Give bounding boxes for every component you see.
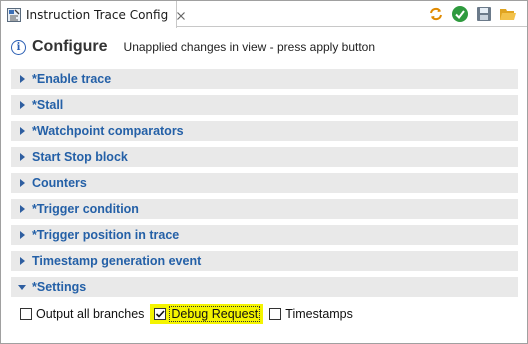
apply-check-icon[interactable] bbox=[451, 5, 469, 23]
section-label: *Trigger position in trace bbox=[32, 228, 180, 242]
section-settings[interactable]: *Settings bbox=[11, 277, 518, 297]
status-message: Unapplied changes in view - press apply … bbox=[123, 40, 376, 54]
section-stall[interactable]: *Stall bbox=[11, 95, 518, 115]
chevron-right-icon bbox=[20, 231, 25, 239]
tab-bar: Instruction Trace Config bbox=[1, 1, 527, 28]
section-counters[interactable]: Counters bbox=[11, 173, 518, 193]
section-trigger-condition[interactable]: *Trigger condition bbox=[11, 199, 518, 219]
section-label: *Stall bbox=[32, 98, 64, 112]
option-label: Output all branches bbox=[36, 307, 145, 321]
tab-title: Instruction Trace Config bbox=[26, 7, 169, 22]
section-label: Counters bbox=[32, 176, 87, 190]
chevron-right-icon bbox=[20, 75, 25, 83]
chevron-right-icon bbox=[20, 205, 25, 213]
section-timestamp-generation-event[interactable]: Timestamp generation event bbox=[11, 251, 518, 271]
check-icon bbox=[156, 310, 165, 318]
checkbox-unchecked[interactable] bbox=[269, 308, 282, 320]
option-label: Timestamps bbox=[285, 307, 353, 321]
section-start-stop-block[interactable]: Start Stop block bbox=[11, 147, 518, 167]
section-enable-trace[interactable]: *Enable trace bbox=[11, 69, 518, 89]
chevron-right-icon bbox=[20, 153, 25, 161]
sync-icon[interactable] bbox=[427, 5, 445, 23]
chevron-right-icon bbox=[20, 179, 25, 187]
section-label: *Watchpoint comparators bbox=[32, 124, 184, 138]
section-label: *Enable trace bbox=[32, 72, 112, 86]
view-frame: Instruction Trace Config i Configure Una… bbox=[0, 0, 528, 344]
checkbox-unchecked[interactable] bbox=[20, 308, 32, 320]
form-header: i Configure Unapplied changes in view - … bbox=[11, 36, 375, 58]
option-label: Debug Request bbox=[169, 306, 261, 322]
trace-config-icon bbox=[7, 7, 21, 22]
settings-options: Output all branches Debug Request Timest… bbox=[20, 303, 363, 325]
save-icon[interactable] bbox=[475, 5, 493, 23]
view-toolbar bbox=[427, 5, 517, 23]
output-all-branches-checkbox[interactable]: Output all branches bbox=[20, 307, 144, 321]
section-list: *Enable trace *Stall *Watchpoint compara… bbox=[11, 69, 518, 303]
chevron-right-icon bbox=[20, 101, 25, 109]
chevron-right-icon bbox=[20, 257, 25, 265]
section-label: *Trigger condition bbox=[32, 202, 139, 216]
section-watchpoint-comparators[interactable]: *Watchpoint comparators bbox=[11, 121, 518, 141]
chevron-down-icon bbox=[18, 285, 26, 290]
page-title: Configure bbox=[32, 38, 108, 55]
debug-request-checkbox[interactable]: Debug Request bbox=[150, 304, 264, 324]
section-label: Start Stop block bbox=[32, 150, 128, 164]
checkbox-checked[interactable] bbox=[154, 308, 167, 320]
section-trigger-position[interactable]: *Trigger position in trace bbox=[11, 225, 518, 245]
section-label: Timestamp generation event bbox=[32, 254, 202, 268]
tab-instruction-trace-config[interactable]: Instruction Trace Config bbox=[1, 1, 186, 28]
open-folder-icon[interactable] bbox=[499, 5, 517, 23]
close-icon[interactable] bbox=[176, 10, 186, 20]
chevron-right-icon bbox=[20, 127, 25, 135]
section-label: *Settings bbox=[32, 280, 87, 294]
timestamps-checkbox[interactable]: Timestamps bbox=[269, 307, 353, 321]
info-icon: i bbox=[11, 39, 26, 55]
